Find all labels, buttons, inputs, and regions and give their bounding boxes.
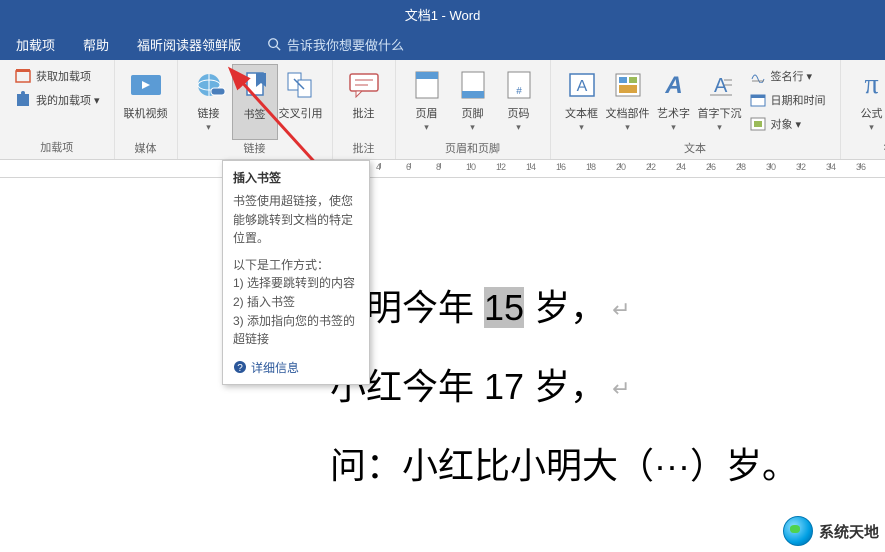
globe-icon: [783, 516, 813, 546]
group-text: A 文本框▾ 文档部件▾ A 艺术字▾ A 首字下沉▾ 签名行▾: [551, 60, 841, 159]
watermark-logo: 系统天地: [783, 516, 879, 546]
wordart-button[interactable]: A 艺术字▾: [651, 64, 697, 140]
object-icon: [749, 115, 767, 133]
group-label-links: 链接: [244, 140, 266, 158]
group-headerfooter: 页眉▾ 页脚▾ # 页码▾ 页眉和页脚: [396, 60, 551, 159]
comment-button[interactable]: 批注: [341, 64, 387, 140]
group-media: 联机视频 媒体: [115, 60, 178, 159]
datetime-button[interactable]: 日期和时间: [747, 90, 828, 110]
link-icon: [192, 68, 226, 102]
footer-button[interactable]: 页脚▾: [450, 64, 496, 140]
bookmark-button[interactable]: 书签: [232, 64, 278, 140]
tooltip-title: 插入书签: [233, 169, 359, 186]
comment-icon: [347, 68, 381, 102]
menu-bar: 加载项 帮助 福昕阅读器领鲜版 告诉我你想要做什么: [0, 28, 885, 60]
pagenum-button[interactable]: # 页码▾: [496, 64, 542, 140]
tooltip-desc: 书签使用超链接，使您能够跳转到文档的特定位置。: [233, 192, 359, 248]
pagenum-icon: #: [502, 68, 536, 102]
title-bar: 文档1 - Word: [0, 0, 885, 28]
group-symbols: π 公式▾ Ω 符号▾ 符号: [841, 60, 885, 159]
header-button[interactable]: 页眉▾: [404, 64, 450, 140]
doc-line-3: 问：小红比小明大（···）岁。: [330, 426, 885, 505]
group-label-headerfooter: 页眉和页脚: [445, 140, 500, 158]
group-links: 链接 ▾ 书签 交叉引用 链接: [178, 60, 333, 159]
tell-me-search[interactable]: 告诉我你想要做什么: [267, 35, 404, 54]
svg-text:A: A: [664, 72, 682, 99]
quickparts-button[interactable]: 文档部件▾: [605, 64, 651, 140]
document-body[interactable]: 小明今年 15 岁，↵ 小红今年 17 岁，↵ 问：小红比小明大（···）岁。: [0, 178, 885, 506]
svg-text:#: #: [516, 86, 522, 97]
tooltip-step1: 1) 选择要跳转到的内容: [233, 274, 359, 293]
group-addins: 获取加载项 我的加载项 ▾ 加载项: [0, 60, 115, 159]
search-icon: [267, 37, 281, 51]
paragraph-mark: ↵: [612, 297, 630, 322]
chevron-down-icon: ▾: [206, 122, 211, 133]
store-icon: [14, 67, 32, 85]
svg-text:?: ?: [237, 363, 243, 374]
quickparts-icon: [611, 68, 645, 102]
tab-foxit[interactable]: 福昕阅读器领鲜版: [123, 28, 255, 61]
object-button[interactable]: 对象▾: [747, 114, 804, 134]
tooltip-step2: 2) 插入书签: [233, 293, 359, 312]
help-icon: ?: [233, 360, 247, 374]
wordart-icon: A: [657, 68, 691, 102]
video-icon: [129, 68, 163, 102]
crossref-icon: [284, 68, 318, 102]
group-label-text: 文本: [684, 140, 706, 158]
ribbon: 获取加载项 我的加载项 ▾ 加载项 联机视频 媒体 链接 ▾: [0, 60, 885, 160]
textbox-icon: A: [565, 68, 599, 102]
tooltip-more-link[interactable]: ? 详细信息: [233, 359, 359, 376]
group-comments: 批注 批注: [333, 60, 396, 159]
horizontal-ruler[interactable]: 4681012141618202224262830323436: [0, 160, 885, 178]
group-label-comments: 批注: [353, 140, 375, 158]
online-video-button[interactable]: 联机视频: [123, 64, 169, 140]
dropcap-icon: A: [703, 68, 737, 102]
paragraph-mark: ↵: [612, 376, 630, 401]
link-button[interactable]: 链接 ▾: [186, 64, 232, 140]
bookmark-tooltip: 插入书签 书签使用超链接，使您能够跳转到文档的特定位置。 以下是工作方式： 1)…: [222, 160, 370, 385]
signature-icon: [749, 67, 767, 85]
bookmark-icon: [238, 69, 272, 103]
dropcap-button[interactable]: A 首字下沉▾: [697, 64, 743, 140]
tooltip-how-title: 以下是工作方式：: [233, 256, 359, 275]
calendar-icon: [749, 91, 767, 109]
chevron-down-icon: ▾: [94, 94, 100, 107]
doc-line-2: 小红今年 17 岁，↵: [330, 347, 885, 426]
group-label-media: 媒体: [135, 140, 157, 158]
puzzle-icon: [14, 91, 32, 109]
doc-line-1: 小明今年 15 岁，↵: [330, 268, 885, 347]
tab-help[interactable]: 帮助: [69, 28, 123, 61]
tooltip-step3: 3) 添加指向您的书签的超链接: [233, 312, 359, 349]
selected-text[interactable]: 15: [484, 287, 524, 328]
pi-icon: π: [855, 68, 885, 102]
get-addins-button[interactable]: 获取加载项: [12, 66, 93, 86]
cross-ref-button[interactable]: 交叉引用: [278, 64, 324, 140]
app-title: 文档1 - Word: [405, 5, 481, 24]
my-addins-button[interactable]: 我的加载项 ▾: [12, 90, 102, 110]
textbox-button[interactable]: A 文本框▾: [559, 64, 605, 140]
group-label-addins: 加载项: [40, 139, 73, 157]
header-icon: [410, 68, 444, 102]
signature-button[interactable]: 签名行▾: [747, 66, 815, 86]
svg-text:A: A: [576, 78, 587, 95]
svg-text:A: A: [714, 75, 728, 97]
equation-button[interactable]: π 公式▾: [849, 64, 885, 140]
tab-addins[interactable]: 加载项: [2, 28, 69, 61]
footer-icon: [456, 68, 490, 102]
